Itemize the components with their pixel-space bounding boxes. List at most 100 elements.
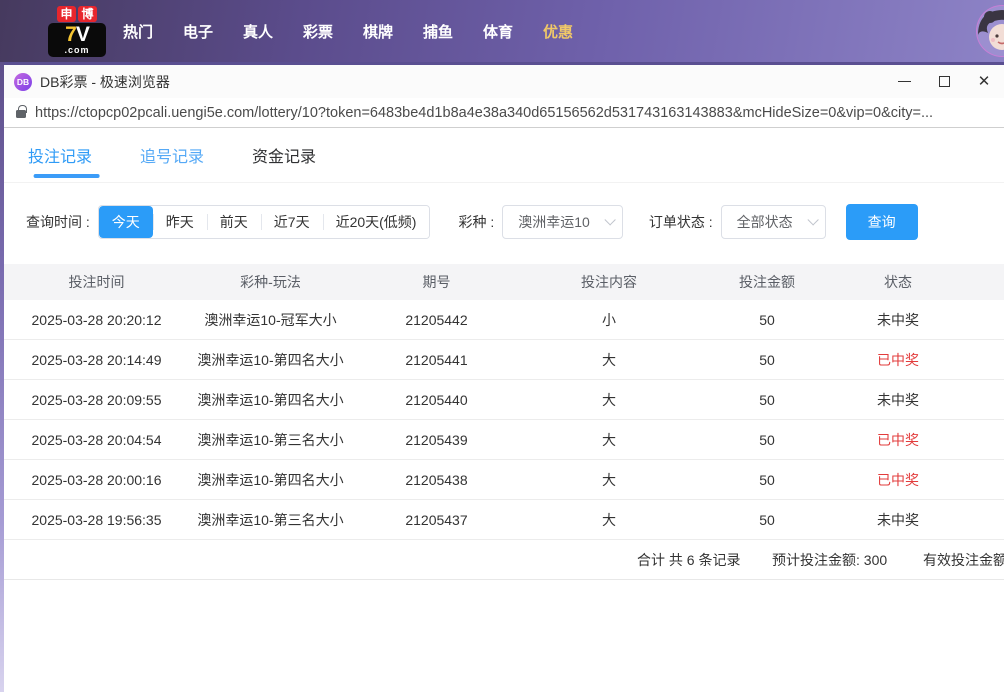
summary-expected-amount: 预计投注金额: 300 [772, 551, 888, 568]
summary-row: 合计 共 6 条记录 预计投注金额: 300 有效投注金额 [4, 540, 1004, 580]
nav-item-live[interactable]: 真人 [228, 21, 288, 42]
maximize-button[interactable] [924, 65, 964, 98]
cell-bet-content: 大 [602, 511, 616, 528]
logo-7: 7 [65, 23, 77, 46]
cell-bet-time: 2025-03-28 20:09:55 [31, 391, 162, 408]
tab-bet-records[interactable]: 投注记录 [28, 143, 92, 182]
filter-bar: 查询时间 : 今天 昨天 前天 近7天 近20天(低频) 彩种 : 澳洲幸运10… [26, 204, 1004, 240]
col-issue: 期号 [422, 274, 451, 290]
logo-main: 7V [48, 24, 106, 46]
favicon-icon: DB [14, 72, 32, 91]
cell-issue: 21205438 [405, 471, 468, 488]
logo-box: 7V .com [48, 23, 106, 57]
cell-game-play: 澳洲幸运10-冠军大小 [204, 311, 337, 328]
user-avatar[interactable] [976, 5, 1004, 57]
cell-bet-content: 大 [602, 351, 616, 368]
col-bet-content: 投注内容 [581, 274, 637, 290]
nav-item-lottery[interactable]: 彩票 [288, 21, 348, 42]
lock-icon [16, 105, 27, 118]
time-option-last7days[interactable]: 近7天 [260, 206, 323, 238]
cell-issue: 21205442 [405, 311, 468, 328]
nav-item-promo[interactable]: 优惠 [528, 21, 588, 42]
time-option-last20days[interactable]: 近20天(低频) [322, 206, 430, 238]
cell-status: 未中奖 [877, 391, 919, 408]
cell-bet-time: 2025-03-28 20:04:54 [31, 431, 162, 448]
nav-item-hot[interactable]: 热门 [108, 21, 168, 42]
maximize-icon [938, 76, 950, 87]
logo-sub: .com [64, 45, 90, 55]
main-nav: 热门 电子 真人 彩票 棋牌 捕鱼 体育 优惠 [108, 0, 588, 62]
logo-badge-shen: 申 [57, 6, 76, 22]
cell-status: 已中奖 [877, 351, 919, 368]
table-row[interactable]: 2025-03-28 19:56:35 澳洲幸运10-第三名大小 2120543… [4, 500, 1004, 540]
order-status-select[interactable]: 全部状态 [720, 205, 826, 239]
logo-badges: 申 博 [57, 6, 97, 22]
cell-issue: 21205440 [405, 391, 468, 408]
nav-item-fishing[interactable]: 捕鱼 [408, 21, 468, 42]
col-status: 状态 [884, 274, 912, 290]
time-option-today[interactable]: 今天 [98, 206, 153, 238]
time-option-yesterday[interactable]: 昨天 [152, 206, 207, 238]
nav-item-slots[interactable]: 电子 [168, 21, 228, 42]
table-row[interactable]: 2025-03-28 20:00:16 澳洲幸运10-第四名大小 2120543… [4, 460, 1004, 500]
page-content: 投注记录 追号记录 资金记录 查询时间 : 今天 昨天 前天 近7天 近20天(… [4, 128, 1004, 692]
bet-records-table: 投注时间 彩种-玩法 期号 投注内容 投注金额 状态 2025-03-28 20… [4, 264, 1004, 580]
site-header: 申 博 7V .com 热门 电子 真人 彩票 棋牌 捕鱼 体育 优惠 [0, 0, 1004, 62]
cell-status: 已中奖 [877, 431, 919, 448]
table-row[interactable]: 2025-03-28 20:14:49 澳洲幸运10-第四名大小 2120544… [4, 340, 1004, 380]
table-row[interactable]: 2025-03-28 20:04:54 澳洲幸运10-第三名大小 2120543… [4, 420, 1004, 460]
cell-bet-time: 2025-03-28 20:14:49 [31, 351, 162, 368]
url-bar[interactable]: https://ctopcp02pcali.uengi5e.com/lotter… [4, 98, 1004, 128]
status-filter-label: 订单状态 : [648, 214, 713, 230]
time-filter-group: 今天 昨天 前天 近7天 近20天(低频) [97, 205, 431, 239]
lottery-select[interactable]: 澳洲幸运10 [502, 205, 623, 239]
table-body: 2025-03-28 20:20:12 澳洲幸运10-冠军大小 21205442… [4, 300, 1004, 540]
logo-v: V [75, 23, 90, 46]
cell-game-play: 澳洲幸运10-第四名大小 [197, 391, 344, 408]
query-button[interactable]: 查询 [845, 204, 918, 240]
cell-bet-amount: 50 [759, 311, 775, 328]
site-logo[interactable]: 申 博 7V .com [48, 6, 106, 57]
table-row[interactable]: 2025-03-28 20:20:12 澳洲幸运10-冠军大小 21205442… [4, 300, 1004, 340]
cell-bet-content: 小 [602, 311, 616, 328]
time-filter-label: 查询时间 : [26, 214, 90, 230]
table-row[interactable]: 2025-03-28 20:09:55 澳洲幸运10-第四名大小 2120544… [4, 380, 1004, 420]
cell-bet-amount: 50 [759, 511, 775, 528]
lottery-filter-label: 彩种 : [458, 214, 495, 230]
cell-bet-amount: 50 [759, 391, 775, 408]
window-title: DB彩票 - 极速浏览器 [40, 73, 170, 90]
cell-bet-amount: 50 [759, 431, 775, 448]
table-header-row: 投注时间 彩种-玩法 期号 投注内容 投注金额 状态 [4, 264, 1004, 300]
cell-bet-content: 大 [602, 431, 616, 448]
cell-issue: 21205437 [405, 511, 468, 528]
tab-chase-records[interactable]: 追号记录 [140, 143, 204, 182]
col-game-play: 彩种-玩法 [240, 274, 301, 290]
nav-item-sports[interactable]: 体育 [468, 21, 528, 42]
col-bet-amount: 投注金额 [739, 274, 795, 290]
cell-bet-content: 大 [602, 471, 616, 488]
lottery-select-value: 澳洲幸运10 [518, 214, 590, 230]
logo-badge-bo: 博 [78, 6, 97, 22]
chevron-down-icon [807, 214, 819, 226]
close-icon: ✕ [977, 73, 991, 90]
cell-issue: 21205439 [405, 431, 468, 448]
cell-bet-content: 大 [602, 391, 616, 408]
cell-game-play: 澳洲幸运10-第三名大小 [197, 511, 344, 528]
order-status-value: 全部状态 [736, 214, 793, 230]
time-option-day-before[interactable]: 前天 [206, 206, 261, 238]
cell-bet-time: 2025-03-28 20:00:16 [31, 471, 162, 488]
browser-window: DB DB彩票 - 极速浏览器 ✕ https://ctopcp02pcali.… [4, 62, 1004, 692]
cell-game-play: 澳洲幸运10-第四名大小 [197, 351, 344, 368]
url-text[interactable]: https://ctopcp02pcali.uengi5e.com/lotter… [35, 105, 933, 121]
cell-bet-time: 2025-03-28 19:56:35 [31, 511, 162, 528]
nav-item-board[interactable]: 棋牌 [348, 21, 408, 42]
avatar-image [976, 5, 1004, 57]
close-button[interactable]: ✕ [964, 65, 1004, 98]
cell-status: 未中奖 [877, 511, 919, 528]
cell-bet-amount: 50 [759, 351, 775, 368]
minimize-button[interactable] [884, 65, 924, 98]
cell-game-play: 澳洲幸运10-第四名大小 [197, 471, 344, 488]
cell-status: 未中奖 [877, 311, 919, 328]
browser-title-bar: DB DB彩票 - 极速浏览器 ✕ [4, 65, 1004, 98]
tab-fund-records[interactable]: 资金记录 [252, 143, 316, 182]
